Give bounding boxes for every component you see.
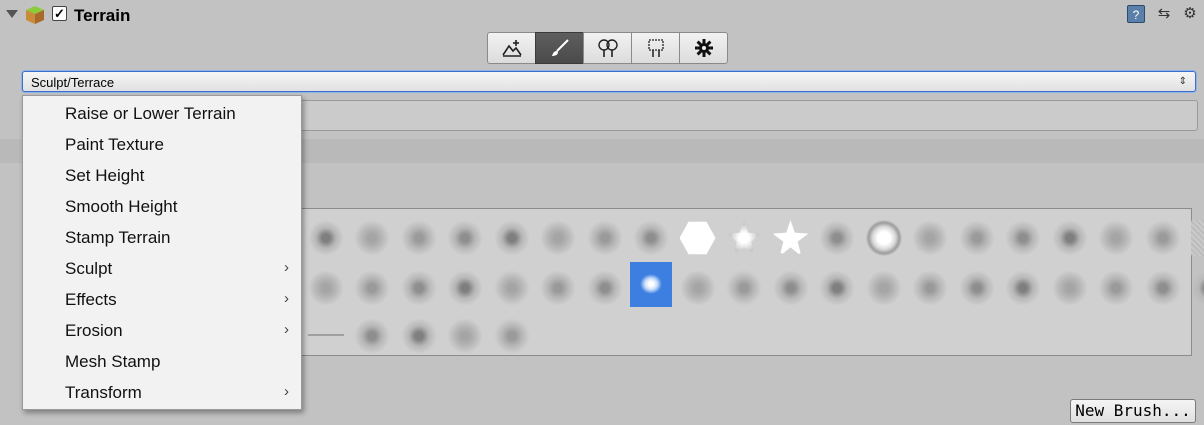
menu-item-label: Set Height [65, 166, 145, 185]
settings-gear-icon[interactable]: ⚙ [1181, 5, 1199, 23]
menu-item-label: Sculpt [65, 259, 113, 278]
menu-item-label: Erosion [65, 321, 123, 340]
brush-thumbnail[interactable] [1098, 220, 1134, 256]
brush-thumbnail[interactable] [1005, 220, 1041, 256]
submenu-chevron-icon: › [284, 259, 289, 276]
brush-thumbnail-selected[interactable] [630, 262, 672, 307]
brush-thumbnail[interactable] [354, 318, 390, 354]
new-brush-button[interactable]: New Brush... [1070, 399, 1196, 423]
brush-thumbnail[interactable] [1098, 270, 1134, 306]
brush-thumbnail[interactable] [493, 220, 530, 256]
terrain-tool-toolbar [487, 32, 728, 64]
menu-item-mesh-stamp[interactable]: Mesh Stamp [23, 346, 301, 377]
foldout-arrow-icon[interactable] [6, 10, 18, 18]
menu-item-label: Raise or Lower Terrain [65, 104, 236, 123]
brush-thumbnail[interactable] [400, 220, 437, 256]
brush-thumbnail[interactable] [1051, 220, 1088, 256]
tool-dropdown-value: Sculpt/Terrace [31, 75, 115, 90]
brush-thumbnail[interactable] [307, 270, 344, 306]
brush-thumbnail[interactable] [493, 318, 530, 354]
create-neighbor-terrains-button[interactable] [487, 32, 536, 64]
menu-item-label: Stamp Terrain [65, 228, 171, 247]
paint-details-button[interactable] [631, 32, 680, 64]
brush-thumbnail[interactable] [958, 270, 995, 306]
menu-item-label: Smooth Height [65, 197, 178, 216]
menu-item-label: Transform [65, 383, 142, 402]
brush-thumbnail[interactable] [586, 270, 623, 306]
brush-thumbnail[interactable] [865, 220, 902, 256]
details-icon [647, 39, 664, 57]
tool-popup-menu: Raise or Lower Terrain Paint Texture Set… [22, 95, 302, 410]
paint-trees-button[interactable] [583, 32, 632, 64]
brush-thumbnail[interactable] [1144, 270, 1181, 306]
brush-thumbnail[interactable] [772, 220, 809, 256]
brush-thumbnail[interactable] [726, 220, 762, 256]
component-header: ✓ Terrain ? ⇆ ⚙ [0, 0, 1204, 30]
menu-item-stamp-terrain[interactable]: Stamp Terrain [23, 222, 301, 253]
brush-grid [244, 208, 1204, 356]
brush-thumbnail[interactable] [447, 270, 483, 306]
submenu-chevron-icon: › [284, 383, 289, 400]
terrain-settings-button[interactable] [679, 32, 728, 64]
brush-thumbnail[interactable] [958, 220, 995, 256]
gear-icon [694, 39, 713, 57]
dropdown-arrows-icon: ⇕ [1178, 76, 1187, 87]
preset-icon[interactable]: ⇆ [1155, 5, 1173, 23]
brush-thumbnail[interactable] [679, 270, 716, 306]
brush-thumbnail[interactable] [1191, 220, 1204, 256]
menu-item-sculpt[interactable]: Sculpt › [23, 253, 301, 284]
menu-item-set-height[interactable]: Set Height [23, 160, 301, 191]
menu-item-smooth-height[interactable]: Smooth Height [23, 191, 301, 222]
brush-thumbnail[interactable] [447, 220, 483, 256]
brush-thumbnail[interactable] [400, 318, 437, 354]
submenu-chevron-icon: › [284, 290, 289, 307]
brush-thumbnail[interactable] [1005, 270, 1041, 306]
menu-item-label: Mesh Stamp [65, 352, 161, 371]
brush-thumbnail[interactable] [819, 220, 855, 256]
menu-item-label: Paint Texture [65, 135, 164, 154]
brush-thumbnail[interactable] [912, 270, 948, 306]
menu-item-paint-texture[interactable]: Paint Texture [23, 129, 301, 160]
enable-checkbox[interactable]: ✓ [52, 6, 67, 21]
brush-thumbnail[interactable] [354, 220, 390, 256]
brush-thumbnail[interactable] [1051, 270, 1088, 306]
brush-thumbnail[interactable] [540, 270, 576, 306]
brush-thumbnail[interactable] [865, 270, 902, 306]
menu-item-erosion[interactable]: Erosion › [23, 315, 301, 346]
brush-thumbnail[interactable] [1144, 220, 1181, 256]
brush-icon [551, 39, 569, 56]
brush-thumbnail[interactable] [400, 270, 437, 306]
brush-thumbnail[interactable] [912, 220, 948, 256]
brush-thumbnail[interactable] [633, 220, 669, 256]
help-icon[interactable]: ? [1127, 5, 1145, 23]
brush-thumbnail[interactable] [307, 334, 344, 336]
paint-terrain-button[interactable] [535, 32, 584, 64]
submenu-chevron-icon: › [284, 321, 289, 338]
brush-thumbnail[interactable] [493, 270, 530, 306]
brush-thumbnail[interactable] [586, 220, 623, 256]
mountain-plus-icon [501, 40, 522, 57]
brush-thumbnail[interactable] [540, 220, 576, 256]
menu-item-label: Effects [65, 290, 117, 309]
trees-icon [597, 39, 618, 57]
brush-thumbnail[interactable] [1191, 270, 1204, 306]
brush-thumbnail[interactable] [726, 270, 762, 306]
brush-thumbnail[interactable] [354, 270, 390, 306]
brush-thumbnail[interactable] [447, 318, 483, 354]
terrain-component-icon [26, 6, 44, 24]
menu-item-effects[interactable]: Effects › [23, 284, 301, 315]
menu-item-transform[interactable]: Transform › [23, 377, 301, 408]
brush-thumbnail[interactable] [772, 270, 809, 306]
terrain-tool-dropdown[interactable]: Sculpt/Terrace ⇕ [22, 71, 1196, 92]
brush-thumbnail[interactable] [307, 220, 344, 256]
menu-item-raise-lower-terrain[interactable]: Raise or Lower Terrain [23, 98, 301, 129]
brush-thumbnail[interactable] [819, 270, 855, 306]
brush-thumbnail[interactable] [679, 221, 716, 255]
component-title: Terrain [74, 6, 131, 25]
